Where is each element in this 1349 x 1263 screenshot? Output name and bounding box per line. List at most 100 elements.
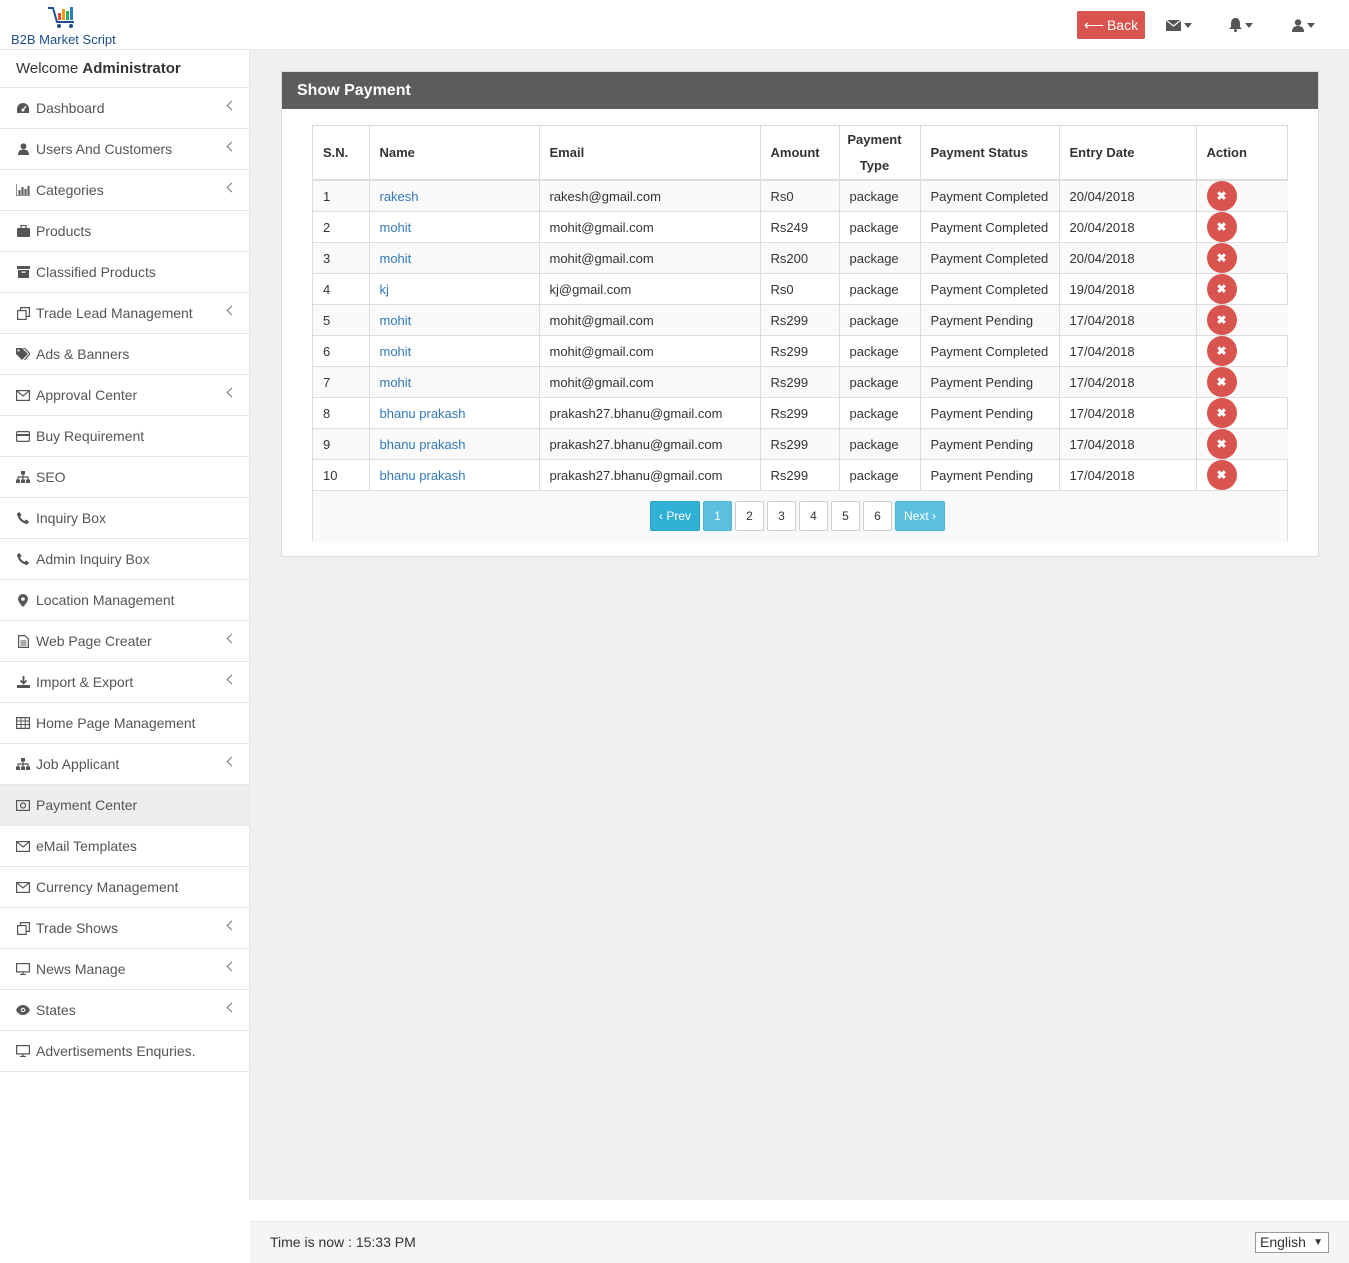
- page-button-1[interactable]: 1: [703, 501, 733, 531]
- payments-table: S.N. Name Email Amount Payment Type Payment S…: [313, 126, 1288, 491]
- delete-button[interactable]: ✖: [1206, 336, 1237, 366]
- sidebar-item-approval-center[interactable]: Approval Center: [0, 375, 249, 416]
- sidebar-item-news-manage[interactable]: News Manage: [0, 949, 249, 990]
- cell-payment-status: Payment Pending: [920, 428, 1060, 460]
- column-header-action: Action: [1196, 126, 1288, 181]
- back-button[interactable]: ⟵ Back: [1077, 11, 1145, 39]
- cell-action: ✖: [1196, 242, 1288, 274]
- user-icon: [1292, 18, 1304, 32]
- sidebar-item-home-page-management[interactable]: Home Page Management: [0, 703, 249, 744]
- cell-sn: 3: [313, 242, 370, 274]
- sidebar-item-buy-requirement[interactable]: Buy Requirement: [0, 416, 249, 457]
- customer-name-link[interactable]: mohit: [380, 375, 412, 390]
- cell-amount: Rs299: [760, 428, 840, 460]
- cell-amount: Rs249: [760, 211, 840, 243]
- customer-name-link[interactable]: bhanu prakash: [380, 406, 466, 421]
- briefcase-icon: [16, 224, 30, 238]
- map-marker-icon: [16, 593, 30, 607]
- credit-card-icon: [16, 429, 30, 443]
- page-button-4[interactable]: 4: [799, 501, 829, 531]
- bell-icon: [1229, 18, 1242, 32]
- chevron-left-icon: [226, 100, 237, 111]
- pagination-area: ‹ Prev 1 2 3 4 5 6 Next ›: [313, 491, 1287, 543]
- brand-name: B2B Market Script: [11, 32, 116, 47]
- sidebar-item-dashboard[interactable]: Dashboard: [0, 88, 249, 129]
- cell-name: mohit: [369, 211, 540, 243]
- user-menu-dropdown[interactable]: [1292, 14, 1315, 36]
- delete-button[interactable]: ✖: [1206, 181, 1237, 211]
- cell-action: ✖: [1196, 428, 1288, 460]
- sidebar-item-import-export[interactable]: Import & Export: [0, 662, 249, 703]
- notifications-dropdown[interactable]: [1229, 14, 1253, 36]
- delete-button[interactable]: ✖: [1206, 367, 1237, 397]
- chevron-down-icon: [1184, 22, 1192, 28]
- cell-payment-type: package: [839, 335, 921, 367]
- sidebar-item-email-templates[interactable]: eMail Templates: [0, 826, 249, 867]
- customer-name-link[interactable]: kj: [380, 282, 389, 297]
- sidebar-item-web-page-creater[interactable]: Web Page Creater: [0, 621, 249, 662]
- sidebar-item-currency-management[interactable]: Currency Management: [0, 867, 249, 908]
- page-button-3[interactable]: 3: [767, 501, 797, 531]
- page-button-2[interactable]: 2: [735, 501, 765, 531]
- customer-name-link[interactable]: rakesh: [380, 189, 419, 204]
- table-row: 3 mohit mohit@gmail.com Rs200 package Payment…: [313, 242, 1288, 274]
- sidebar-nav: Dashboard Users And Customers Categories Pr…: [0, 88, 249, 1072]
- brand-logo[interactable]: B2B Market Script: [10, 4, 120, 48]
- customer-name-link[interactable]: mohit: [380, 313, 412, 328]
- sidebar-item-label: News Manage: [36, 961, 126, 977]
- column-header-s-n: S.N.: [313, 126, 370, 181]
- customer-name-link[interactable]: mohit: [380, 344, 412, 359]
- sidebar-item-label: Admin Inquiry Box: [36, 551, 150, 567]
- envelope-icon: [1166, 19, 1181, 31]
- delete-button[interactable]: ✖: [1206, 429, 1237, 459]
- customer-name-link[interactable]: mohit: [380, 251, 412, 266]
- prev-page-button[interactable]: ‹ Prev: [650, 501, 701, 531]
- close-icon: ✖: [1216, 313, 1227, 327]
- money-icon: [16, 798, 30, 812]
- sidebar-item-admin-inquiry-box[interactable]: Admin Inquiry Box: [0, 539, 249, 580]
- sidebar-item-states[interactable]: States: [0, 990, 249, 1031]
- delete-button[interactable]: ✖: [1206, 243, 1237, 273]
- sidebar-item-trade-lead-management[interactable]: Trade Lead Management: [0, 293, 249, 334]
- sidebar-item-label: Inquiry Box: [36, 510, 107, 526]
- sidebar-item-payment-center[interactable]: Payment Center: [0, 785, 249, 826]
- cell-sn: 2: [313, 211, 370, 243]
- sidebar-item-inquiry-box[interactable]: Inquiry Box: [0, 498, 249, 539]
- customer-name-link[interactable]: bhanu prakash: [380, 468, 466, 483]
- sidebar-item-job-applicant[interactable]: Job Applicant: [0, 744, 249, 785]
- sidebar-item-products[interactable]: Products: [0, 211, 249, 252]
- messages-dropdown[interactable]: [1166, 14, 1192, 36]
- customer-name-link[interactable]: bhanu prakash: [380, 437, 466, 452]
- cell-payment-type: package: [839, 366, 921, 398]
- delete-button[interactable]: ✖: [1206, 212, 1237, 242]
- sidebar-item-classified-products[interactable]: Classified Products: [0, 252, 249, 293]
- monitor-icon: [16, 962, 30, 976]
- sidebar-item-categories[interactable]: Categories: [0, 170, 249, 211]
- page-button-6[interactable]: 6: [863, 501, 893, 531]
- sidebar-item-ads-banners[interactable]: Ads & Banners: [0, 334, 249, 375]
- cell-sn: 1: [313, 180, 370, 212]
- sidebar-item-users-and-customers[interactable]: Users And Customers: [0, 129, 249, 170]
- cell-email: prakash27.bhanu@gmail.com: [539, 397, 761, 429]
- delete-button[interactable]: ✖: [1206, 398, 1237, 428]
- delete-button[interactable]: ✖: [1206, 305, 1237, 335]
- sidebar-item-location-management[interactable]: Location Management: [0, 580, 249, 621]
- panel-title: Show Payment: [282, 72, 1318, 109]
- delete-button[interactable]: ✖: [1206, 460, 1237, 490]
- cell-email: kj@gmail.com: [539, 273, 761, 305]
- language-select[interactable]: English ▼: [1255, 1232, 1329, 1253]
- cell-payment-type: package: [839, 397, 921, 429]
- sidebar-item-seo[interactable]: SEO: [0, 457, 249, 498]
- page-button-5[interactable]: 5: [831, 501, 861, 531]
- chevron-left-icon: [226, 756, 237, 767]
- next-page-button[interactable]: Next ›: [895, 501, 946, 531]
- sidebar-item-advertisements-enquries[interactable]: Advertisements Enquries.: [0, 1031, 249, 1072]
- cell-email: rakesh@gmail.com: [539, 180, 761, 212]
- sidebar-item-label: SEO: [36, 469, 66, 485]
- delete-button[interactable]: ✖: [1206, 274, 1237, 304]
- customer-name-link[interactable]: mohit: [380, 220, 412, 235]
- envelope-icon: [16, 880, 30, 894]
- welcome-message: Welcome Administrator: [0, 50, 249, 88]
- dashboard-icon: [16, 101, 30, 115]
- sidebar-item-trade-shows[interactable]: Trade Shows: [0, 908, 249, 949]
